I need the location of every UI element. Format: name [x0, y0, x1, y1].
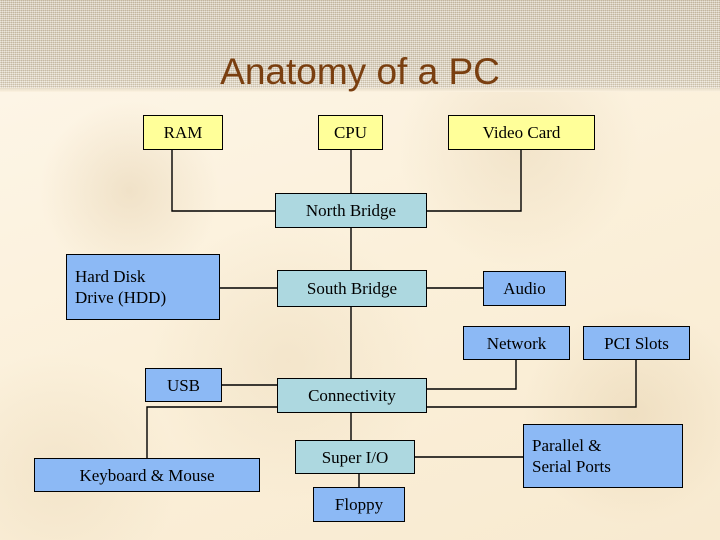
diagram-node-video[interactable]: Video Card — [448, 115, 595, 150]
diagram-node-label: PCI Slots — [604, 333, 669, 353]
diagram-node-label: Video Card — [482, 123, 561, 142]
diagram-node-label: Super I/O — [321, 447, 389, 467]
diagram-node-label: Keyboard & Mouse — [79, 465, 215, 485]
diagram-node-north[interactable]: North Bridge — [275, 193, 427, 228]
diagram-node-label: Hard Disk Drive (HDD) — [75, 267, 167, 307]
diagram-node-conn[interactable]: Connectivity — [277, 378, 427, 413]
diagram-node-label: Audio — [503, 279, 546, 298]
diagram-node-label: North Bridge — [305, 201, 397, 220]
diagram-node-label: RAM — [163, 123, 203, 142]
diagram-node-pci[interactable]: PCI Slots — [583, 326, 690, 360]
diagram-node-hdd[interactable]: Hard Disk Drive (HDD) — [66, 254, 220, 320]
diagram-node-label: Floppy — [334, 495, 384, 514]
diagram-node-label: Network — [486, 333, 547, 353]
page-title: Anatomy of a PC — [220, 50, 500, 92]
diagram-node-south[interactable]: South Bridge — [277, 270, 427, 307]
slide-canvas: Anatomy of a PC RAM CPU Video Card North Br… — [0, 0, 720, 540]
diagram-node-network[interactable]: Network — [463, 326, 570, 360]
diagram-node-usb[interactable]: USB — [145, 368, 222, 402]
diagram-node-superio[interactable]: Super I/O — [295, 440, 415, 474]
diagram-node-label: USB — [166, 375, 201, 395]
diagram-node-label: South Bridge — [306, 279, 398, 298]
diagram-node-label: CPU — [333, 123, 368, 142]
diagram-node-parallel[interactable]: Parallel & Serial Ports — [523, 424, 683, 488]
diagram-node-keyboard[interactable]: Keyboard & Mouse — [34, 458, 260, 492]
diagram-node-ram[interactable]: RAM — [143, 115, 223, 150]
diagram-node-label: Parallel & Serial Ports — [532, 436, 611, 476]
diagram-node-audio[interactable]: Audio — [483, 271, 566, 306]
diagram-node-label: Connectivity — [308, 386, 396, 405]
diagram-node-floppy[interactable]: Floppy — [313, 487, 405, 522]
diagram-node-cpu[interactable]: CPU — [318, 115, 383, 150]
